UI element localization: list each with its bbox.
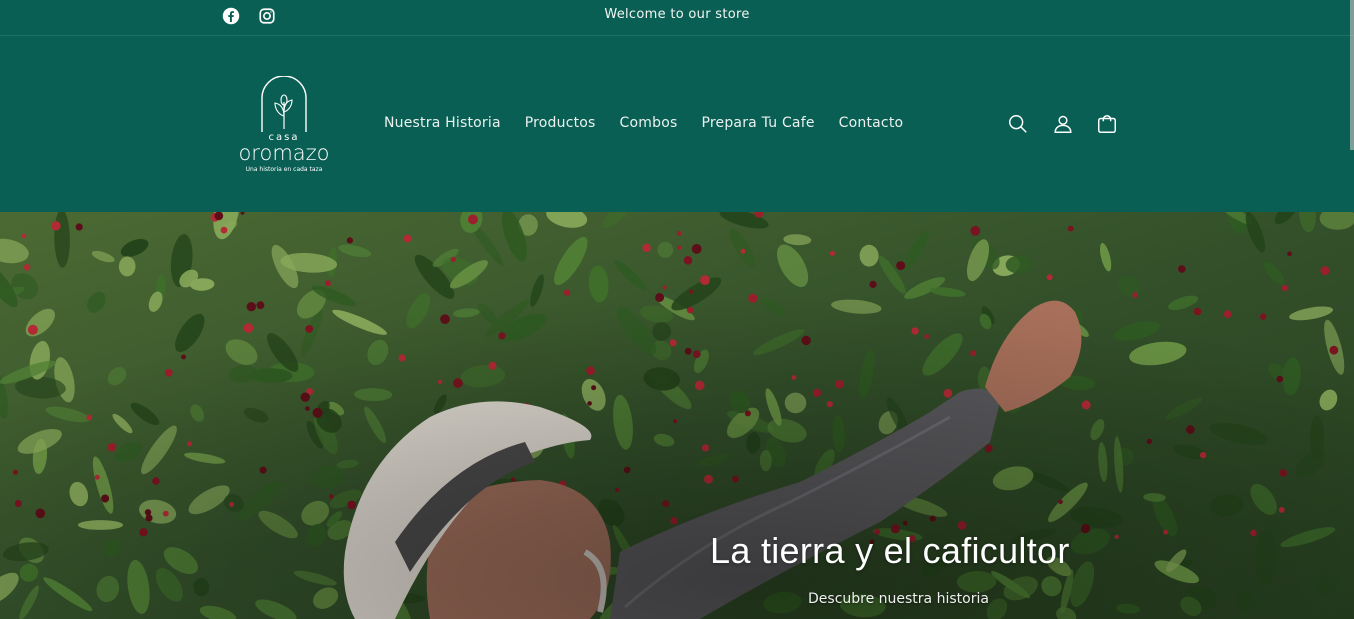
nav-item-contacto[interactable]: Contacto: [839, 115, 904, 131]
nav-item-prepara-tu-cafe[interactable]: Prepara Tu Cafe: [701, 115, 814, 131]
cart-icon[interactable]: [1096, 113, 1118, 135]
nav-item-nuestra-historia[interactable]: Nuestra Historia: [384, 115, 501, 131]
main-nav: Nuestra Historia Productos Combos Prepar…: [384, 115, 927, 131]
hero-title: La tierra y el caficultor: [710, 530, 1070, 571]
hero-subtitle-link[interactable]: Descubre nuestra historia: [808, 591, 989, 607]
hero-image: [0, 212, 1354, 619]
search-icon[interactable]: [1007, 113, 1029, 135]
hero-banner: La tierra y el caficultor Descubre nuest…: [0, 212, 1354, 619]
logo-tagline: Una historia en cada taza: [246, 166, 323, 173]
scrollbar[interactable]: [1350, 0, 1354, 150]
announcement-bar: Welcome to our store: [0, 0, 1354, 36]
nav-item-productos[interactable]: Productos: [525, 115, 596, 131]
site-header: casa oromazo Una historia en cada taza N…: [0, 36, 1354, 212]
brand-logo[interactable]: casa oromazo Una historia en cada taza: [226, 75, 346, 176]
logo-brand-main: oromazo: [238, 141, 329, 165]
announcement-text: Welcome to our store: [604, 7, 750, 22]
nav-item-combos[interactable]: Combos: [620, 115, 678, 131]
account-icon[interactable]: [1052, 113, 1074, 135]
